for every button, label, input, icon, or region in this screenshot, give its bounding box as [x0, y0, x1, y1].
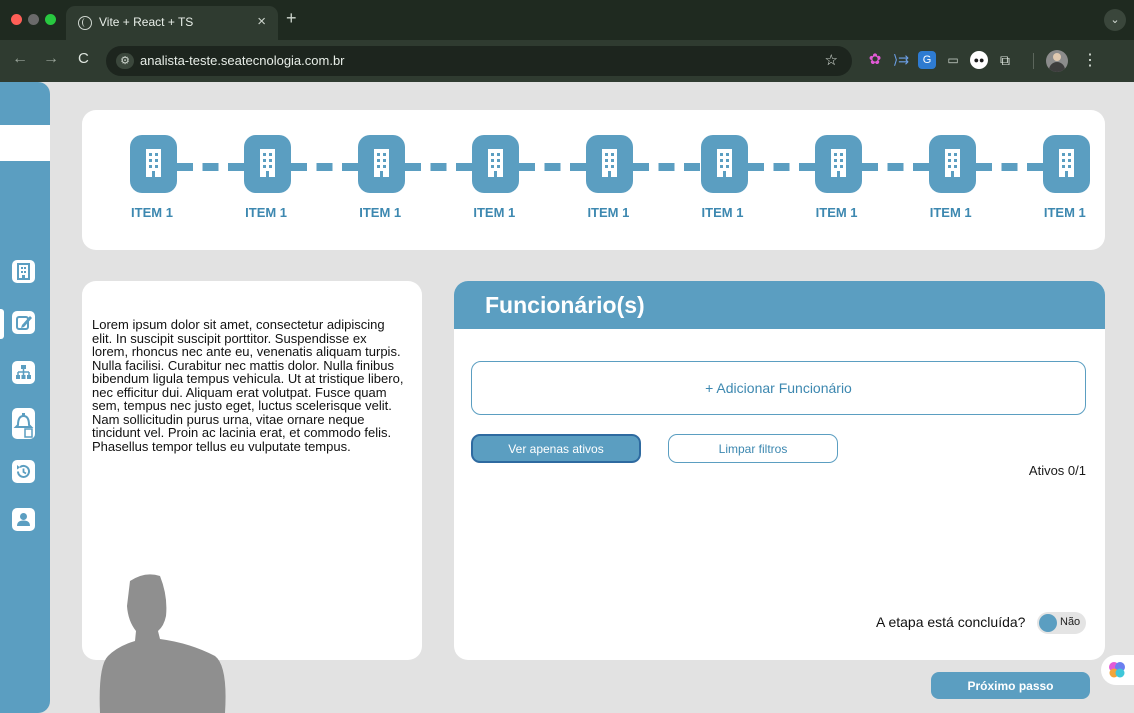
stage-complete-toggle[interactable]: Não	[1037, 612, 1086, 634]
step-label: ITEM 1	[359, 205, 402, 220]
browser-tab-bar: Vite + React + TS × + ⌄	[0, 0, 1134, 40]
step-label: ITEM 1	[815, 205, 858, 220]
ghost-extension-icon[interactable]: ●●	[970, 51, 988, 69]
step-label: ITEM 1	[245, 205, 288, 220]
person-silhouette-icon	[99, 574, 226, 713]
sidebar-item-building[interactable]	[12, 260, 35, 283]
back-button[interactable]: ←	[12, 50, 28, 68]
sidebar-item-notifications[interactable]	[12, 408, 35, 439]
add-employee-button[interactable]: + Adicionar Funcionário	[471, 361, 1086, 415]
window-extension-icon[interactable]: ▭	[944, 51, 962, 69]
building-icon	[130, 135, 177, 193]
building-icon	[814, 135, 862, 193]
step-label: ITEM 1	[587, 205, 630, 220]
active-count: Ativos 0/1	[1028, 463, 1086, 478]
building-icon	[1042, 135, 1090, 193]
window-close-button[interactable]	[11, 14, 22, 25]
step-item[interactable]: ITEM 1	[791, 135, 883, 235]
step-item[interactable]: ITEM 1	[334, 135, 426, 235]
browser-menu-icon[interactable]: ⋮	[1082, 50, 1098, 70]
employees-title: Funcionário(s)	[485, 292, 645, 318]
sidebar-item-user[interactable]	[12, 508, 35, 531]
sidebar-item-history[interactable]	[12, 460, 35, 483]
toggle-label: Não	[1060, 616, 1081, 628]
translate-extension-icon[interactable]: G	[918, 51, 936, 69]
building-icon	[244, 135, 292, 193]
building-icon	[586, 135, 634, 193]
employees-card: Funcionário(s) + Adicionar Funcionário V…	[454, 281, 1105, 660]
extensions-puzzle-icon[interactable]: ⧉	[996, 51, 1014, 69]
edit-icon	[16, 316, 32, 330]
step-label: ITEM 1	[131, 205, 173, 220]
step-item[interactable]: ITEM 1	[562, 135, 654, 235]
profile-avatar[interactable]	[1046, 50, 1068, 72]
address-bar[interactable]: ⚙ analista-teste.seatecnologia.com.br ☆	[106, 46, 852, 76]
sidebar-item-org-chart[interactable]	[12, 361, 35, 384]
tab-search-button[interactable]: ⌄	[1104, 9, 1126, 31]
url-text[interactable]: analista-teste.seatecnologia.com.br	[140, 53, 345, 68]
tab-title: Vite + React + TS	[99, 15, 194, 29]
building-icon	[472, 135, 520, 193]
sidebar-logo-area	[0, 125, 50, 161]
new-tab-button[interactable]: +	[286, 8, 297, 29]
stage-complete-question: A etapa está concluída?	[876, 614, 1026, 630]
sidebar-active-indicator	[0, 309, 4, 339]
bell-document-icon	[13, 413, 34, 438]
browser-toolbar: ← → C ⚙ analista-teste.seatecnologia.com…	[0, 40, 1134, 82]
step-item[interactable]: ITEM 1	[905, 135, 997, 235]
browser-tab[interactable]: Vite + React + TS ×	[66, 6, 278, 40]
step-item[interactable]: ITEM 1	[220, 135, 312, 235]
window-minimize-button[interactable]	[28, 14, 39, 25]
reload-button[interactable]: C	[78, 50, 89, 67]
sidebar-item-edit[interactable]	[12, 311, 35, 334]
step-item[interactable]: ITEM 1	[677, 135, 769, 235]
next-step-button[interactable]: Próximo passo	[931, 672, 1090, 699]
step-label: ITEM 1	[473, 205, 516, 220]
building-icon	[358, 135, 406, 193]
description-text: Lorem ipsum dolor sit amet, consectetur …	[92, 317, 404, 454]
building-icon	[17, 263, 30, 280]
code-extension-icon[interactable]: ⟩⇉	[892, 51, 910, 69]
building-icon	[928, 135, 976, 193]
employees-header: Funcionário(s)	[454, 281, 1105, 329]
forward-button[interactable]: →	[43, 50, 59, 68]
org-chart-icon	[16, 365, 31, 379]
history-icon	[17, 464, 30, 478]
step-item[interactable]: ITEM 1	[106, 135, 198, 235]
step-item[interactable]: ITEM 1	[448, 135, 540, 235]
toggle-knob	[1039, 614, 1057, 632]
bookmark-star-icon[interactable]: ☆	[825, 51, 838, 69]
site-info-icon[interactable]: ⚙	[116, 53, 134, 69]
toolbar-divider	[1033, 53, 1034, 69]
step-label: ITEM 1	[929, 205, 972, 220]
tab-close-icon[interactable]: ×	[257, 13, 266, 30]
step-label: ITEM 1	[1043, 205, 1086, 220]
step-item[interactable]: ITEM 1	[1019, 135, 1111, 235]
brain-extension-icon[interactable]: ✿	[866, 51, 884, 69]
brain-icon	[1109, 662, 1125, 678]
user-icon	[17, 513, 30, 526]
brain-assistant-button[interactable]	[1101, 655, 1134, 685]
window-zoom-button[interactable]	[45, 14, 56, 25]
building-icon	[700, 135, 748, 193]
step-label: ITEM 1	[701, 205, 744, 220]
left-sidebar	[0, 82, 50, 713]
globe-icon	[78, 16, 92, 30]
show-active-only-button[interactable]: Ver apenas ativos	[471, 434, 641, 463]
stepper-card: ITEM 1 ITEM 1 ITEM 1 ITEM 1 ITEM 1 ITEM 1 ITEM…	[82, 110, 1105, 250]
clear-filters-button[interactable]: Limpar filtros	[668, 434, 838, 463]
